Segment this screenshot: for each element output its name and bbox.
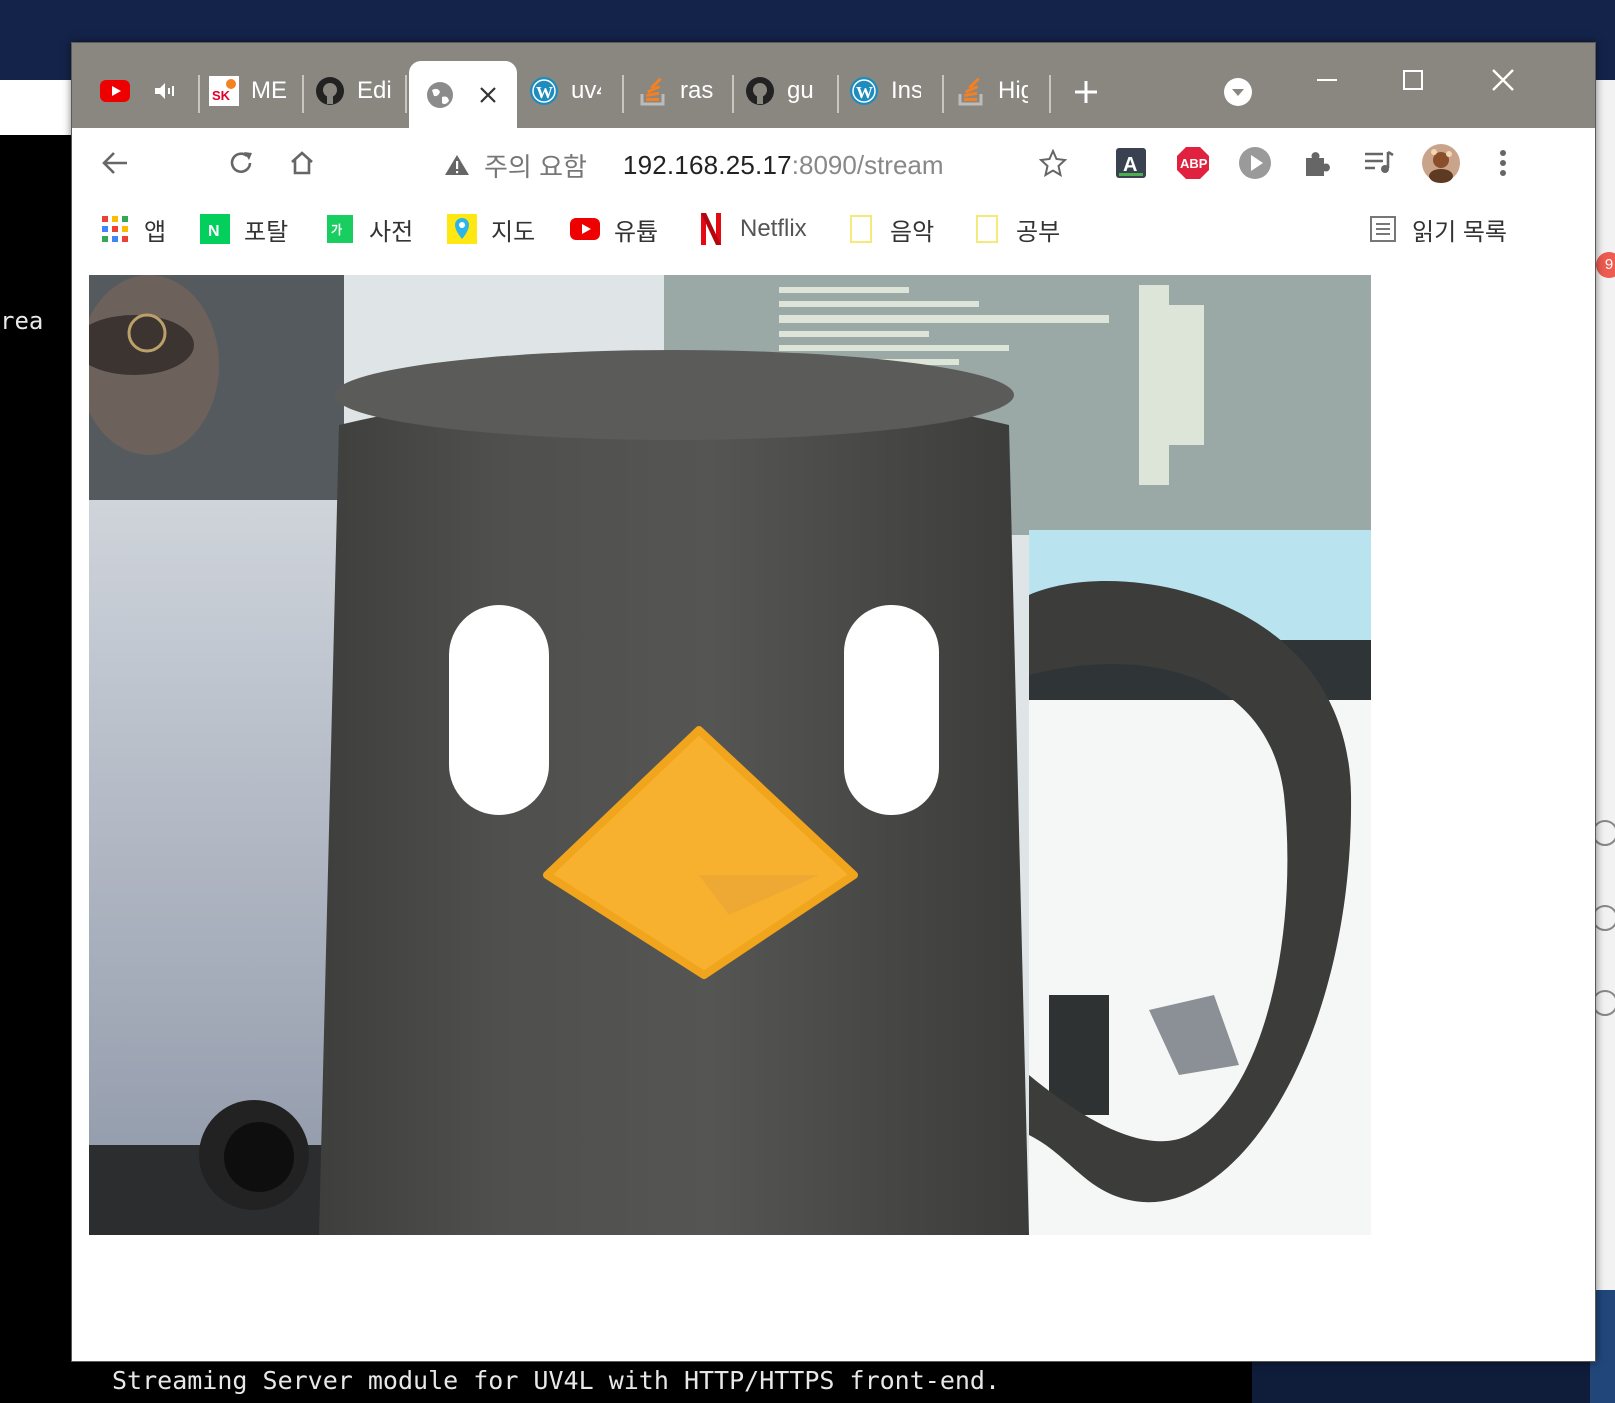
- reading-list-label: 읽기 목록: [1412, 218, 1507, 246]
- font-extension-icon[interactable]: A: [1108, 140, 1154, 186]
- wordpress-icon: W: [529, 76, 559, 106]
- tab-separator: [732, 75, 734, 113]
- netflix-icon: [696, 213, 726, 245]
- map-pin-icon: [447, 214, 477, 244]
- browser-toolbar: 주의 요함 192.168.25.17:8090/stream A ABP: [72, 128, 1595, 203]
- svg-text:W: W: [536, 83, 553, 102]
- bookmark-netflix[interactable]: Netflix: [696, 207, 807, 251]
- svg-text:가: 가: [331, 222, 342, 237]
- tab-separator: [837, 75, 839, 113]
- tab-stackoverflow-1[interactable]: ras: [638, 61, 734, 121]
- youtube-icon: [100, 76, 130, 106]
- tab-label: gu: [787, 77, 814, 104]
- bookmark-map[interactable]: 지도: [447, 207, 535, 251]
- page-content: [72, 261, 1595, 1361]
- svg-text:W: W: [856, 83, 873, 102]
- bookmark-label: 공부: [1016, 218, 1061, 246]
- github-icon: [745, 76, 775, 106]
- tab-stackoverflow-2[interactable]: Hig: [956, 61, 1051, 121]
- tab-github-1[interactable]: Edi: [315, 61, 407, 121]
- more-menu-icon[interactable]: [1480, 140, 1526, 186]
- new-tab-button[interactable]: [1063, 69, 1109, 115]
- tab-label: Hig: [998, 77, 1028, 104]
- media-play-extension-icon[interactable]: [1232, 140, 1278, 186]
- youtube-icon: [570, 214, 600, 244]
- bookmark-star-button[interactable]: [1030, 140, 1076, 186]
- url-host: 192.168.25.17: [622, 149, 792, 180]
- sk-icon: SK: [209, 76, 239, 106]
- tab-github-2[interactable]: gu: [745, 61, 839, 121]
- naver-icon: N: [200, 214, 230, 244]
- tab-wordpress-2[interactable]: W Ins: [849, 61, 944, 121]
- minimize-button[interactable]: [1304, 57, 1350, 103]
- close-tab-icon[interactable]: [473, 80, 503, 110]
- bookmark-label: Netflix: [740, 215, 807, 242]
- bookmark-label: 유튭: [614, 218, 659, 246]
- bookmark-label: 음악: [890, 218, 935, 246]
- terminal-fragment-text: rea: [0, 307, 44, 335]
- bookmark-apps[interactable]: 앱: [100, 207, 166, 251]
- tab-label: ME: [251, 77, 287, 104]
- tab-label: Ins: [891, 77, 921, 104]
- bookmark-label: 사전: [369, 218, 414, 246]
- reading-list-icon: [1368, 214, 1398, 244]
- apps-grid-icon: [100, 214, 130, 244]
- bookmark-dictionary[interactable]: 가 사전: [325, 207, 413, 251]
- stackoverflow-icon: [956, 76, 986, 106]
- tab-wordpress-1[interactable]: W uv4: [529, 61, 624, 121]
- bookmark-youtube[interactable]: 유튭: [570, 207, 658, 251]
- bookmark-portal[interactable]: N 포탈: [200, 207, 288, 251]
- reading-list-button[interactable]: 읽기 목록: [1368, 207, 1507, 251]
- browser-window: SK ME Edi W uv4: [71, 42, 1596, 1362]
- terminal-bottom-line: Streaming Server module for UV4L with HT…: [112, 1366, 1001, 1395]
- speaker-icon[interactable]: [150, 76, 180, 106]
- bookmark-folder-study[interactable]: 공부: [972, 207, 1060, 251]
- folder-icon: [972, 214, 1002, 244]
- dictionary-icon: 가: [325, 214, 355, 244]
- notification-badge: 9: [1596, 252, 1615, 278]
- tab-label: Edi: [357, 77, 392, 104]
- camera-stream-image: [89, 275, 1371, 1235]
- github-icon: [315, 76, 345, 106]
- bookmark-label: 앱: [144, 218, 167, 246]
- globe-icon: [425, 80, 455, 110]
- maximize-button[interactable]: [1390, 57, 1436, 103]
- tab-separator: [302, 75, 304, 113]
- bookmark-label: 포탈: [244, 218, 289, 246]
- tab-label: uv4: [571, 77, 601, 104]
- bookmark-folder-music[interactable]: 음악: [846, 207, 934, 251]
- close-window-button[interactable]: [1480, 57, 1526, 103]
- stackoverflow-icon: [638, 76, 668, 106]
- tab-label: ras: [680, 77, 714, 104]
- folder-icon: [846, 214, 876, 244]
- tab-separator: [942, 75, 944, 113]
- adblock-plus-icon[interactable]: ABP: [1170, 140, 1216, 186]
- tab-separator: [1049, 75, 1051, 113]
- svg-text:SK: SK: [212, 88, 231, 103]
- puzzle-extensions-icon[interactable]: [1294, 140, 1340, 186]
- tab-separator: [405, 75, 407, 113]
- back-button[interactable]: [92, 140, 138, 186]
- reload-button[interactable]: [218, 140, 264, 186]
- svg-text:ABP: ABP: [1180, 156, 1208, 171]
- tab-active-stream[interactable]: [409, 61, 517, 128]
- tab-sk[interactable]: SK ME: [209, 61, 304, 121]
- tab-separator: [622, 75, 624, 113]
- media-control-icon[interactable]: [1356, 140, 1402, 186]
- background-window-strip: [0, 80, 72, 135]
- profile-avatar[interactable]: [1418, 140, 1464, 186]
- home-button[interactable]: [279, 140, 325, 186]
- wordpress-icon: W: [849, 76, 879, 106]
- bookmark-label: 지도: [491, 218, 536, 246]
- warning-icon: [442, 150, 472, 180]
- svg-text:N: N: [208, 223, 220, 240]
- tab-youtube[interactable]: [100, 61, 200, 121]
- bookmarks-bar: 앱 N 포탈 가 사전 지도 유튭 Netflix 음악 공부 읽기 목록: [72, 201, 1595, 261]
- svg-text:A: A: [1123, 154, 1137, 176]
- tab-separator: [198, 75, 200, 113]
- tab-search-button[interactable]: [1215, 69, 1261, 115]
- tab-strip: SK ME Edi W uv4: [72, 43, 1595, 128]
- security-warning-label: 주의 요함: [484, 151, 587, 182]
- url-path: :8090/stream: [791, 149, 944, 180]
